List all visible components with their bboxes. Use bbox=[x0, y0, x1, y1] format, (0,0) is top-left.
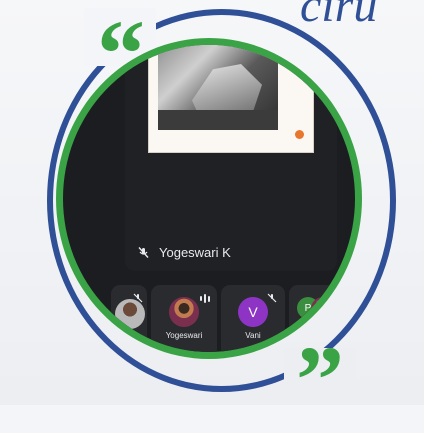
speaker-label-row: Yogeswari K bbox=[137, 243, 231, 261]
title-fragment: ciru bbox=[300, 0, 378, 32]
mic-off-icon bbox=[133, 290, 143, 308]
slide-photo bbox=[158, 45, 278, 130]
participant-tile[interactable] bbox=[111, 285, 147, 352]
participant-name: Vani bbox=[245, 331, 261, 340]
avatar: V bbox=[238, 297, 268, 327]
mic-off-icon bbox=[137, 246, 150, 259]
participant-tile[interactable]: V Vani bbox=[221, 285, 285, 352]
slide-ground bbox=[158, 110, 278, 130]
participant-name: Yogeswari bbox=[165, 331, 203, 340]
avatar bbox=[311, 297, 335, 321]
slide-building bbox=[192, 64, 262, 116]
mic-off-icon bbox=[267, 290, 277, 308]
speaking-indicator-icon bbox=[200, 294, 210, 303]
slide-accent-dot bbox=[295, 130, 304, 139]
shared-slide bbox=[148, 45, 314, 153]
avatar bbox=[169, 297, 199, 327]
participant-tile[interactable]: Yogeswari bbox=[151, 285, 217, 352]
speaker-name: Yogeswari K bbox=[159, 244, 231, 260]
close-quote-mark: ” bbox=[296, 326, 344, 433]
open-quote-mark: “ bbox=[97, 0, 145, 107]
